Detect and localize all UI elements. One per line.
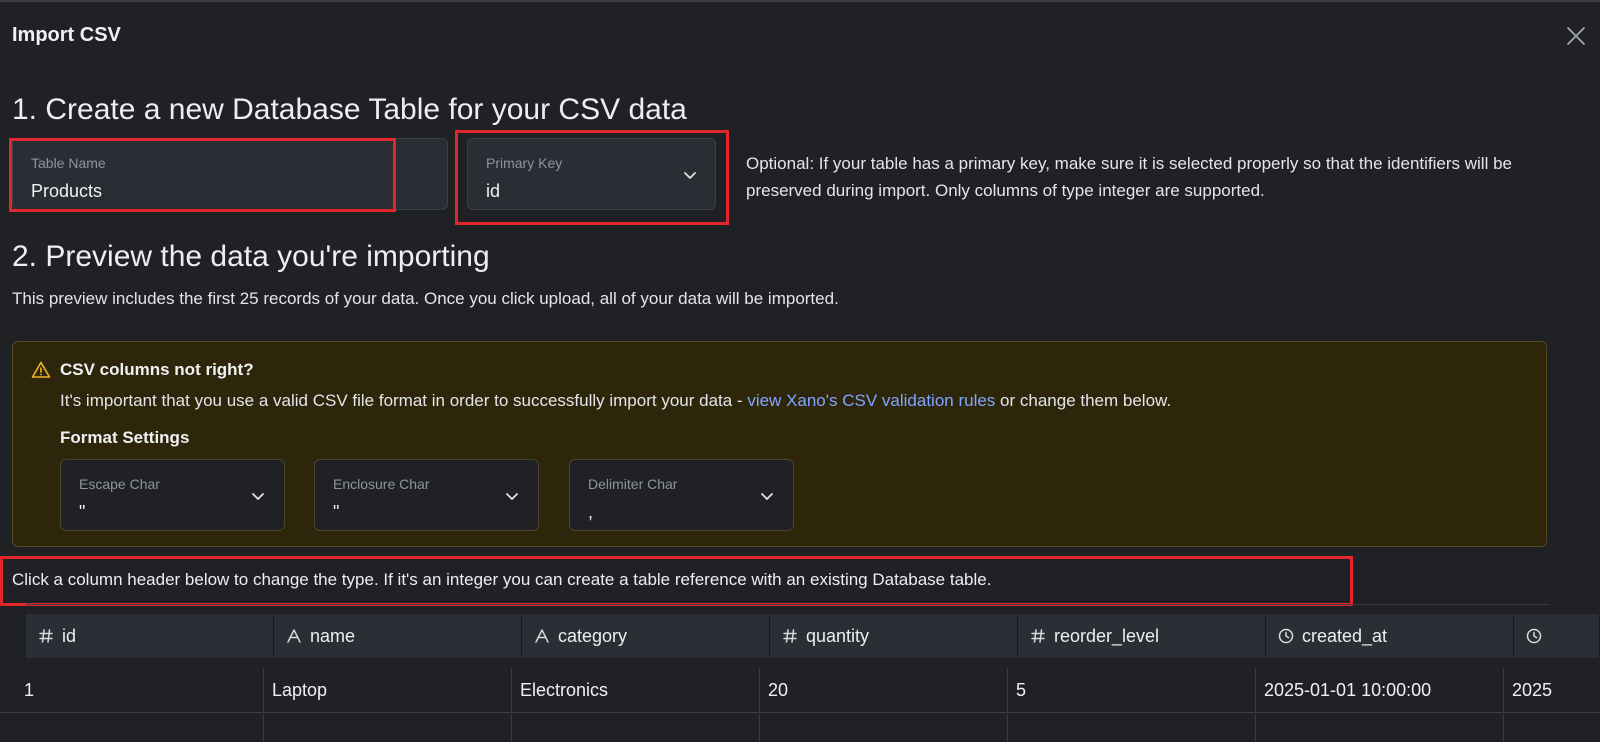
primary-key-select[interactable]: Primary Key id [467,138,716,210]
delimiter-char-select[interactable]: Delimiter Char , [569,459,794,531]
column-header-id[interactable]: id [26,614,274,658]
primary-key-value: id [486,181,501,201]
text-type-icon [286,627,302,645]
cell-partial [260,714,512,742]
hash-icon [38,627,54,645]
table-row: 1 Laptop Electronics 20 5 2025-01-01 10:… [0,668,1600,712]
csv-validation-rules-link[interactable]: view Xano's CSV validation rules [747,391,995,410]
column-header-reorder-level[interactable]: reorder_level [1018,614,1266,658]
delimiter-char-label: Delimiter Char [588,476,678,492]
format-settings-title: Format Settings [60,428,190,447]
section-2-heading: 2. Preview the data you're importing [12,240,490,273]
escape-char-value: " [79,502,86,522]
cell-partial [1004,714,1256,742]
column-type-hint: Click a column header below to change th… [12,570,992,589]
escape-char-label: Escape Char [79,476,160,492]
row-divider [0,712,1600,713]
column-header-partial[interactable] [1514,614,1600,658]
primary-key-note: Optional: If your table has a primary ke… [746,154,1512,200]
warning-text-after: or change them below. [995,391,1172,410]
table-name-input[interactable]: Products [31,181,102,202]
modal-title: Import CSV [12,24,121,46]
column-header-label: id [62,625,77,646]
warning-text: It's important that you use a valid CSV … [60,391,1171,411]
section-1-heading: 1. Create a new Database Table for your … [12,93,687,126]
column-header-created-at[interactable]: created_at [1266,614,1514,658]
cell-partial [508,714,760,742]
chevron-down-icon [249,487,267,505]
column-header-label: category [558,625,628,646]
column-header-label: created_at [1302,625,1388,646]
enclosure-char-value: " [333,502,340,522]
column-header-label: quantity [806,625,870,646]
hash-icon [1030,627,1046,645]
grid-divider [26,604,1549,605]
cell-partial [1252,714,1504,742]
chevron-down-icon [503,487,521,505]
table-name-field[interactable]: Table Name Products [12,138,448,210]
column-header-category[interactable]: category [522,614,770,658]
delimiter-char-value: , [588,502,594,522]
preview-description: This preview includes the first 25 recor… [12,289,839,308]
table-row [0,714,1600,742]
enclosure-char-select[interactable]: Enclosure Char " [314,459,539,531]
table-name-label: Table Name [31,155,106,171]
cell-id[interactable]: 1 [12,668,264,712]
warning-triangle-icon [31,360,51,380]
column-header-row: id name category quantity reorder_level … [26,614,1600,658]
cell-created-at[interactable]: 2025-01-01 10:00:00 [1252,668,1504,712]
column-header-label: reorder_level [1054,625,1160,646]
chevron-down-icon [758,487,776,505]
warning-text-before: It's important that you use a valid CSV … [60,391,748,410]
primary-key-label: Primary Key [486,155,563,171]
enclosure-char-label: Enclosure Char [333,476,430,492]
close-icon [1567,27,1585,45]
close-button[interactable] [1564,24,1588,48]
cell-quantity[interactable]: 20 [756,668,1008,712]
cell-name[interactable]: Laptop [260,668,512,712]
text-type-icon [534,627,550,645]
cell-category[interactable]: Electronics [508,668,760,712]
cell-reorder-level[interactable]: 5 [1004,668,1256,712]
column-header-name[interactable]: name [274,614,522,658]
hash-icon [782,627,798,645]
column-header-quantity[interactable]: quantity [770,614,1018,658]
cell-partial[interactable]: 2025 [1500,668,1600,712]
chevron-down-icon [681,166,699,184]
column-header-label: name [310,625,356,646]
import-csv-modal: Import CSV 1. Create a new Database Tabl… [0,0,1600,742]
clock-icon [1278,627,1294,645]
clock-icon [1526,627,1542,645]
warning-title: CSV columns not right? [60,360,254,379]
cell-partial [12,714,264,742]
escape-char-select[interactable]: Escape Char " [60,459,285,531]
cell-partial [756,714,1008,742]
